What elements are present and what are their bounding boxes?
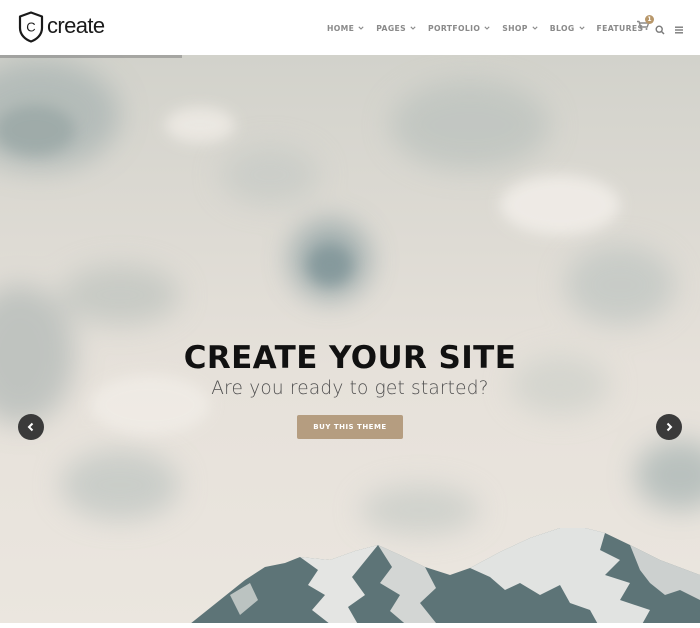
nav-item-label: PAGES: [376, 23, 407, 33]
chevron-down-icon: [578, 25, 585, 31]
hero-slider: CREATE YOUR SITE Are you ready to get st…: [0, 55, 700, 628]
nav-item-portfolio[interactable]: PORTFOLIO: [428, 24, 490, 33]
menu-button[interactable]: [674, 22, 684, 34]
slider-next-button[interactable]: [656, 414, 682, 440]
search-button[interactable]: [655, 22, 665, 35]
logo[interactable]: C create: [18, 10, 105, 44]
hero-subtitle: Are you ready to get started?: [211, 378, 489, 399]
menu-icon: [675, 26, 683, 34]
chevron-left-icon: [27, 422, 34, 432]
cart-count-badge: 1: [645, 15, 654, 24]
nav-item-label: PORTFOLIO: [428, 23, 481, 33]
svg-text:C: C: [26, 20, 35, 35]
cart-button[interactable]: 1: [636, 15, 654, 32]
site-header: C create HOME PAGES PORTFOLIO SHOP BLOG …: [0, 0, 700, 55]
nav-item-blog[interactable]: BLOG: [550, 24, 585, 33]
nav-item-label: HOME: [327, 23, 355, 33]
buy-theme-button[interactable]: BUY THIS THEME: [297, 415, 403, 439]
nav-item-home[interactable]: HOME: [327, 24, 364, 33]
chevron-down-icon: [358, 25, 364, 31]
main-nav: HOME PAGES PORTFOLIO SHOP BLOG FEATURES: [327, 19, 643, 37]
nav-item-pages[interactable]: PAGES: [376, 24, 416, 33]
hero-title: CREATE YOUR SITE: [183, 340, 517, 376]
chevron-down-icon: [484, 25, 490, 31]
nav-item-shop[interactable]: SHOP: [502, 24, 538, 33]
shield-logo-icon: C: [18, 11, 44, 43]
chevron-down-icon: [532, 25, 538, 31]
brand-name: create: [47, 13, 105, 38]
nav-item-label: BLOG: [549, 23, 575, 33]
nav-item-label: SHOP: [502, 23, 528, 33]
slide-progress-bar: [0, 55, 182, 58]
slider-prev-button[interactable]: [18, 414, 44, 440]
search-icon: [655, 25, 665, 35]
chevron-down-icon: [410, 25, 416, 31]
chevron-right-icon: [666, 422, 673, 432]
